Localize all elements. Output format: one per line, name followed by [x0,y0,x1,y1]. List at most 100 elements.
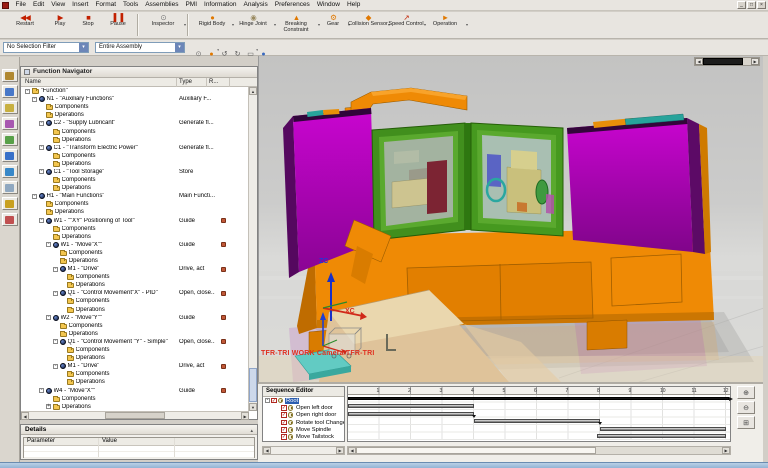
sequence-row[interactable]: - ✓ Root [263,397,344,404]
gantt-time-ruler[interactable]: 1 2 3 4 5 6 7 8 9 10 11 12 [348,387,730,395]
tree-row[interactable]: - Q1 - "Control Movement "Y" - Simple" O… [21,338,249,346]
scroll-left-icon[interactable]: ◀ [695,58,703,65]
resource-tab-3[interactable] [1,101,18,114]
selection-filter-combo[interactable]: No Selection Filter ▾ [3,42,89,53]
gantt-chart[interactable]: 1 2 3 4 5 6 7 8 9 10 11 12 [347,386,734,442]
tree-expander-icon[interactable]: - [32,193,37,199]
checkbox-icon[interactable]: ✓ [281,412,287,418]
resource-tab-5[interactable] [1,133,18,146]
sequence-tree-scrollbar[interactable]: ◀ ▶ [262,446,345,455]
menu-item[interactable]: Tools [120,0,142,10]
tree-row[interactable]: Operations [21,160,249,168]
tree-row[interactable]: Components [21,395,249,403]
toolbar-button-restart[interactable]: ◀◀ Restart [4,13,46,38]
tree-row[interactable]: - W2 - "Move"Y"" Guide [21,314,249,322]
tree-row[interactable]: Components [21,152,249,160]
tree-row[interactable]: Operations [21,354,249,362]
sequence-row[interactable]: ✓ Move Spindle [263,426,344,433]
menu-item[interactable]: Format [92,0,120,10]
scroll-right-icon[interactable]: ▶ [751,58,759,65]
tree-row[interactable]: - M1 - "Drive" Drive, act [21,362,249,370]
tree-row[interactable]: - C2 - "Supply Lubricant" Generate fl... [21,119,249,127]
sequence-row[interactable]: ✓ Open left door [263,404,344,411]
tree-expander-icon[interactable]: - [39,120,44,126]
rectangle-select-icon[interactable]: ▭ ▾ [246,43,258,58]
menu-item[interactable]: Insert [69,0,92,10]
maximize-button[interactable]: □ [747,1,756,9]
tree-expander-icon[interactable]: - [32,96,37,102]
scroll-up-icon[interactable]: ▲ [249,87,257,95]
toolbar-button-inspector[interactable]: ⊙ Inspector ▾ [142,13,186,38]
resource-tab-7[interactable] [1,165,18,178]
scroll-left-icon[interactable]: ◀ [263,447,271,454]
menu-item[interactable]: Preferences [271,0,313,10]
tree-row[interactable]: - N1 - "Auxiliary Functions" Auxiliary F… [21,95,249,103]
column-header-value[interactable]: Value [102,438,117,445]
scroll-left-icon[interactable]: ◀ [21,412,29,420]
undo-icon[interactable]: ↺ [220,43,229,58]
gantt-bar[interactable] [474,419,600,424]
toolbar-button-stop[interactable]: ■ Stop [74,13,102,38]
tree-row[interactable]: Components [21,249,249,257]
gantt-row[interactable] [348,418,730,426]
resource-tab-10[interactable] [1,213,18,226]
scroll-right-icon[interactable]: ▶ [336,447,344,454]
sequence-row[interactable]: ✓ Move Tailstock [263,433,344,440]
tree-expander-icon[interactable]: - [53,363,58,369]
tree-row[interactable]: Operations [21,184,249,192]
resource-tab-8[interactable] [1,181,18,194]
gantt-row[interactable] [348,403,730,411]
tree-row[interactable]: Components [21,225,249,233]
scroll-right-icon[interactable]: ▶ [241,412,249,420]
sequence-editor-title[interactable]: Sequence Editor [263,387,344,397]
menu-item[interactable]: View [48,0,69,10]
toolbar-button-collision-sensor[interactable]: ◆ Collision Sensor ▾ [348,13,390,38]
collapse-icon[interactable]: ▴ [250,427,253,436]
scroll-left-icon[interactable]: ◀ [348,447,356,454]
minimize-button[interactable]: _ [737,1,746,9]
tree-row[interactable]: Components [21,127,249,135]
tree-row[interactable]: Operations [21,306,249,314]
navigator-pin-icon[interactable] [24,69,30,75]
tree-row[interactable]: Components [21,273,249,281]
checkbox-icon[interactable]: ✓ [281,419,287,426]
toolbar-button-operation[interactable]: ► Operation ▾ [424,13,468,38]
menu-item[interactable]: Help [343,0,363,10]
details-header[interactable]: Details ▴ [21,425,257,435]
menu-item[interactable]: Analysis [240,0,271,10]
navigator-vertical-scrollbar[interactable]: ▲ ▼ [248,87,257,411]
gantt-bar[interactable] [600,426,726,431]
gantt-bar[interactable] [596,434,726,439]
snap-point-icon[interactable]: ⊙ [194,43,203,58]
resource-tab-4[interactable] [1,117,18,130]
tree-row[interactable]: - W1 - "Move"X"" Guide [21,241,249,249]
function-navigator-header[interactable]: Function Navigator [21,67,257,78]
toolbar-button-speed-control[interactable]: ↗ Speed Control ▾ [388,13,426,38]
navigator-horizontal-scrollbar[interactable]: ◀ ▶ [21,411,249,420]
scroll-down-icon[interactable]: ▼ [249,403,257,411]
tree-row[interactable]: - C1 - "Transform Electric Power" Genera… [21,144,249,152]
redo-icon[interactable]: ↻ [233,43,242,58]
scrollbar-thumb[interactable] [703,58,743,65]
resource-tab-9[interactable] [1,197,18,210]
tree-expander-icon[interactable]: - [39,217,44,224]
tree-row[interactable]: Components [21,346,249,354]
toolbar-button-breaking-constraint[interactable]: ▲ Breaking Constraint ▾ [274,13,320,38]
scrollbar-thumb[interactable] [249,368,257,402]
toolbar-button-hinge-joint[interactable]: ◉ Hinge Joint ▾ [232,13,276,38]
tree-expander-icon[interactable]: - [39,169,44,175]
tree-row[interactable]: Operations [21,136,249,144]
tree-expander-icon[interactable]: - [46,314,51,321]
toolbar-button-pause[interactable]: ▌▐ Pause [102,13,134,38]
gantt-row[interactable] [348,433,730,441]
checkbox-icon[interactable]: ✓ [281,405,287,411]
tree-row[interactable]: - "Function" [21,87,249,95]
combo-caret-icon[interactable]: ▾ [175,43,184,52]
toolbar-button-rigid-body[interactable]: ● Rigid Body ▾ [192,13,234,38]
zoom-out-button[interactable]: ⊖ [737,401,755,414]
menu-item[interactable]: Assemblies [142,0,182,10]
tree-row[interactable]: Operations [21,208,249,216]
sequence-row[interactable]: ✓ Rotate tool Changer [263,419,344,426]
gantt-bar[interactable] [348,411,474,416]
dropdown-caret-icon[interactable]: ▾ [256,48,258,52]
